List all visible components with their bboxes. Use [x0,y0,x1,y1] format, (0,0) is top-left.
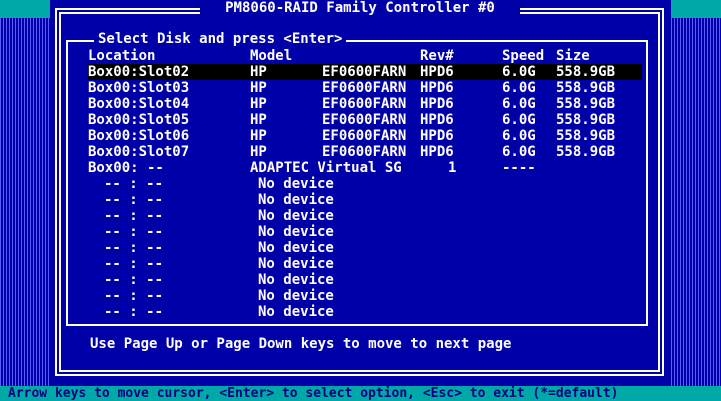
empty-slot-desc: No device [258,224,334,240]
disk-vendor: HP [250,64,267,80]
empty-slot-location: -- : -- [104,176,164,192]
column-header-size: Size [556,48,590,64]
disk-row-slot03[interactable]: Box00:Slot03 HP EF0600FARN HPD6 6.0G 558… [88,80,642,96]
status-bar: Arrow keys to move cursor, <Enter> to se… [0,386,721,401]
disk-table: Location Model Rev# Speed Size Box00:Slo… [88,48,642,320]
disk-size: 558.9GB [556,128,616,144]
virtual-speed: ---- [502,160,536,176]
disk-size: 558.9GB [556,80,616,96]
empty-slot-row[interactable]: -- : -- No device [88,256,642,272]
disk-vendor: HP [250,96,267,112]
disk-location: Box00:Slot02 [88,64,190,80]
disk-row-slot05[interactable]: Box00:Slot05 HP EF0600FARN HPD6 6.0G 558… [88,112,642,128]
empty-slot-row[interactable]: -- : -- No device [88,224,642,240]
panel-title: Select Disk and press <Enter> [94,31,347,47]
disk-row-slot02[interactable]: Box00:Slot02 HP EF0600FARN HPD6 6.0G 558… [88,64,642,80]
empty-slot-desc: No device [258,208,334,224]
disk-vendor: HP [250,80,267,96]
empty-slot-location: -- : -- [104,256,164,272]
disk-size: 558.9GB [556,96,616,112]
column-header-model: Model [250,48,293,64]
column-header-speed: Speed [502,48,545,64]
empty-slot-row[interactable]: -- : -- No device [88,304,642,320]
disk-speed: 6.0G [502,96,536,112]
disk-speed: 6.0G [502,128,536,144]
disk-vendor: HP [250,128,267,144]
disk-row-slot06[interactable]: Box00:Slot06 HP EF0600FARN HPD6 6.0G 558… [88,128,642,144]
empty-slot-row[interactable]: -- : -- No device [88,288,642,304]
column-header-rev: Rev# [420,48,454,64]
disk-location: Box00:Slot07 [88,144,190,160]
background-hatch-left [0,18,50,386]
virtual-rev: 1 [448,160,457,176]
empty-slot-location: -- : -- [104,240,164,256]
empty-slot-row[interactable]: -- : -- No device [88,208,642,224]
disk-vendor: HP [250,144,267,160]
table-header: Location Model Rev# Speed Size [88,48,642,64]
empty-slot-desc: No device [258,304,334,320]
disk-product: EF0600FARN [322,128,407,144]
disk-row-slot07[interactable]: Box00:Slot07 HP EF0600FARN HPD6 6.0G 558… [88,144,642,160]
disk-speed: 6.0G [502,112,536,128]
disk-size: 558.9GB [556,144,616,160]
disk-product: EF0600FARN [322,96,407,112]
disk-row-slot04[interactable]: Box00:Slot04 HP EF0600FARN HPD6 6.0G 558… [88,96,642,112]
empty-slot-desc: No device [258,288,334,304]
empty-slot-location: -- : -- [104,208,164,224]
empty-slot-location: -- : -- [104,192,164,208]
disk-rev: HPD6 [420,128,454,144]
empty-slot-row[interactable]: -- : -- No device [88,240,642,256]
disk-location: Box00:Slot03 [88,80,190,96]
disk-vendor: HP [250,112,267,128]
disk-rev: HPD6 [420,80,454,96]
disk-location: Box00:Slot05 [88,112,190,128]
window-title: PM8060-RAID Family Controller #0 [200,0,520,16]
disk-size: 558.9GB [556,64,616,80]
disk-size: 558.9GB [556,112,616,128]
empty-slot-location: -- : -- [104,304,164,320]
disk-speed: 6.0G [502,80,536,96]
background-hatch-right [671,18,721,386]
empty-slot-row[interactable]: -- : -- No device [88,272,642,288]
controller-window: PM8060-RAID Family Controller #0 Select … [50,0,671,386]
empty-slot-location: -- : -- [104,224,164,240]
page-hint-area: Use Page Up or Page Down keys to move to… [66,324,648,364]
disk-product: EF0600FARN [322,144,407,160]
disk-product: EF0600FARN [322,112,407,128]
disk-product: EF0600FARN [322,64,407,80]
page-hint: Use Page Up or Page Down keys to move to… [90,336,512,352]
empty-slot-desc: No device [258,192,334,208]
disk-rev: HPD6 [420,112,454,128]
empty-slot-location: -- : -- [104,272,164,288]
disk-location: Box00:Slot04 [88,96,190,112]
disk-speed: 6.0G [502,144,536,160]
empty-slot-desc: No device [258,240,334,256]
disk-location: Box00:Slot06 [88,128,190,144]
empty-slot-location: -- : -- [104,288,164,304]
disk-rev: HPD6 [420,64,454,80]
empty-slot-desc: No device [258,272,334,288]
column-header-location: Location [88,48,156,64]
virtual-device-row[interactable]: Box00: -- ADAPTEC Virtual SG 1 ---- [88,160,642,176]
virtual-model: ADAPTEC Virtual SG [250,160,402,176]
disk-product: EF0600FARN [322,80,407,96]
empty-slot-desc: No device [258,176,334,192]
disk-rev: HPD6 [420,96,454,112]
disk-speed: 6.0G [502,64,536,80]
empty-slot-row[interactable]: -- : -- No device [88,192,642,208]
empty-slot-desc: No device [258,256,334,272]
disk-rev: HPD6 [420,144,454,160]
virtual-location: Box00: -- [88,160,164,176]
status-bar-text: Arrow keys to move cursor, <Enter> to se… [8,386,619,401]
empty-slot-row[interactable]: -- : -- No device [88,176,642,192]
